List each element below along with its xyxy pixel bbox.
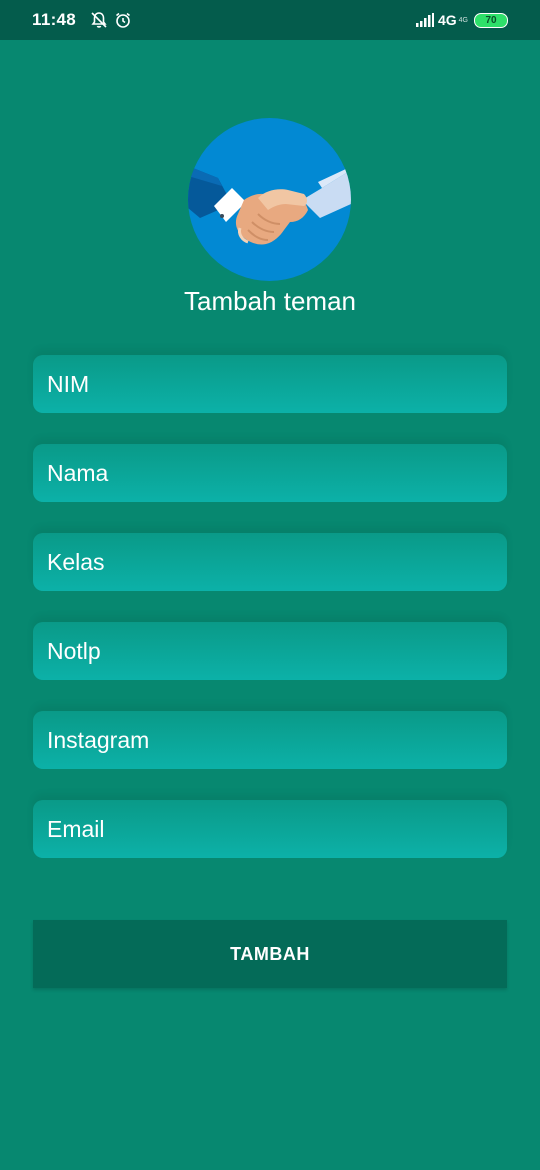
handshake-icon [188, 118, 351, 281]
email-input[interactable] [33, 800, 507, 858]
page-title: Tambah teman [184, 286, 356, 316]
kelas-input[interactable] [33, 533, 507, 591]
battery-level: 70 [485, 14, 497, 26]
nama-input[interactable] [33, 444, 507, 502]
instagram-input[interactable] [33, 711, 507, 769]
bell-muted-icon [91, 12, 107, 28]
battery-icon: 70 [474, 12, 508, 28]
status-bar: 11:48 4G 4G 70 [0, 0, 540, 40]
status-time: 11:48 [32, 10, 77, 29]
notlp-input[interactable] [33, 622, 507, 680]
network-sub-label: 4G [458, 16, 468, 24]
tambah-button[interactable]: TAMBAH [33, 920, 507, 988]
nim-input[interactable] [33, 355, 507, 413]
alarm-icon [116, 12, 131, 28]
signal-icon [415, 13, 434, 27]
network-label: 4G [437, 12, 457, 28]
